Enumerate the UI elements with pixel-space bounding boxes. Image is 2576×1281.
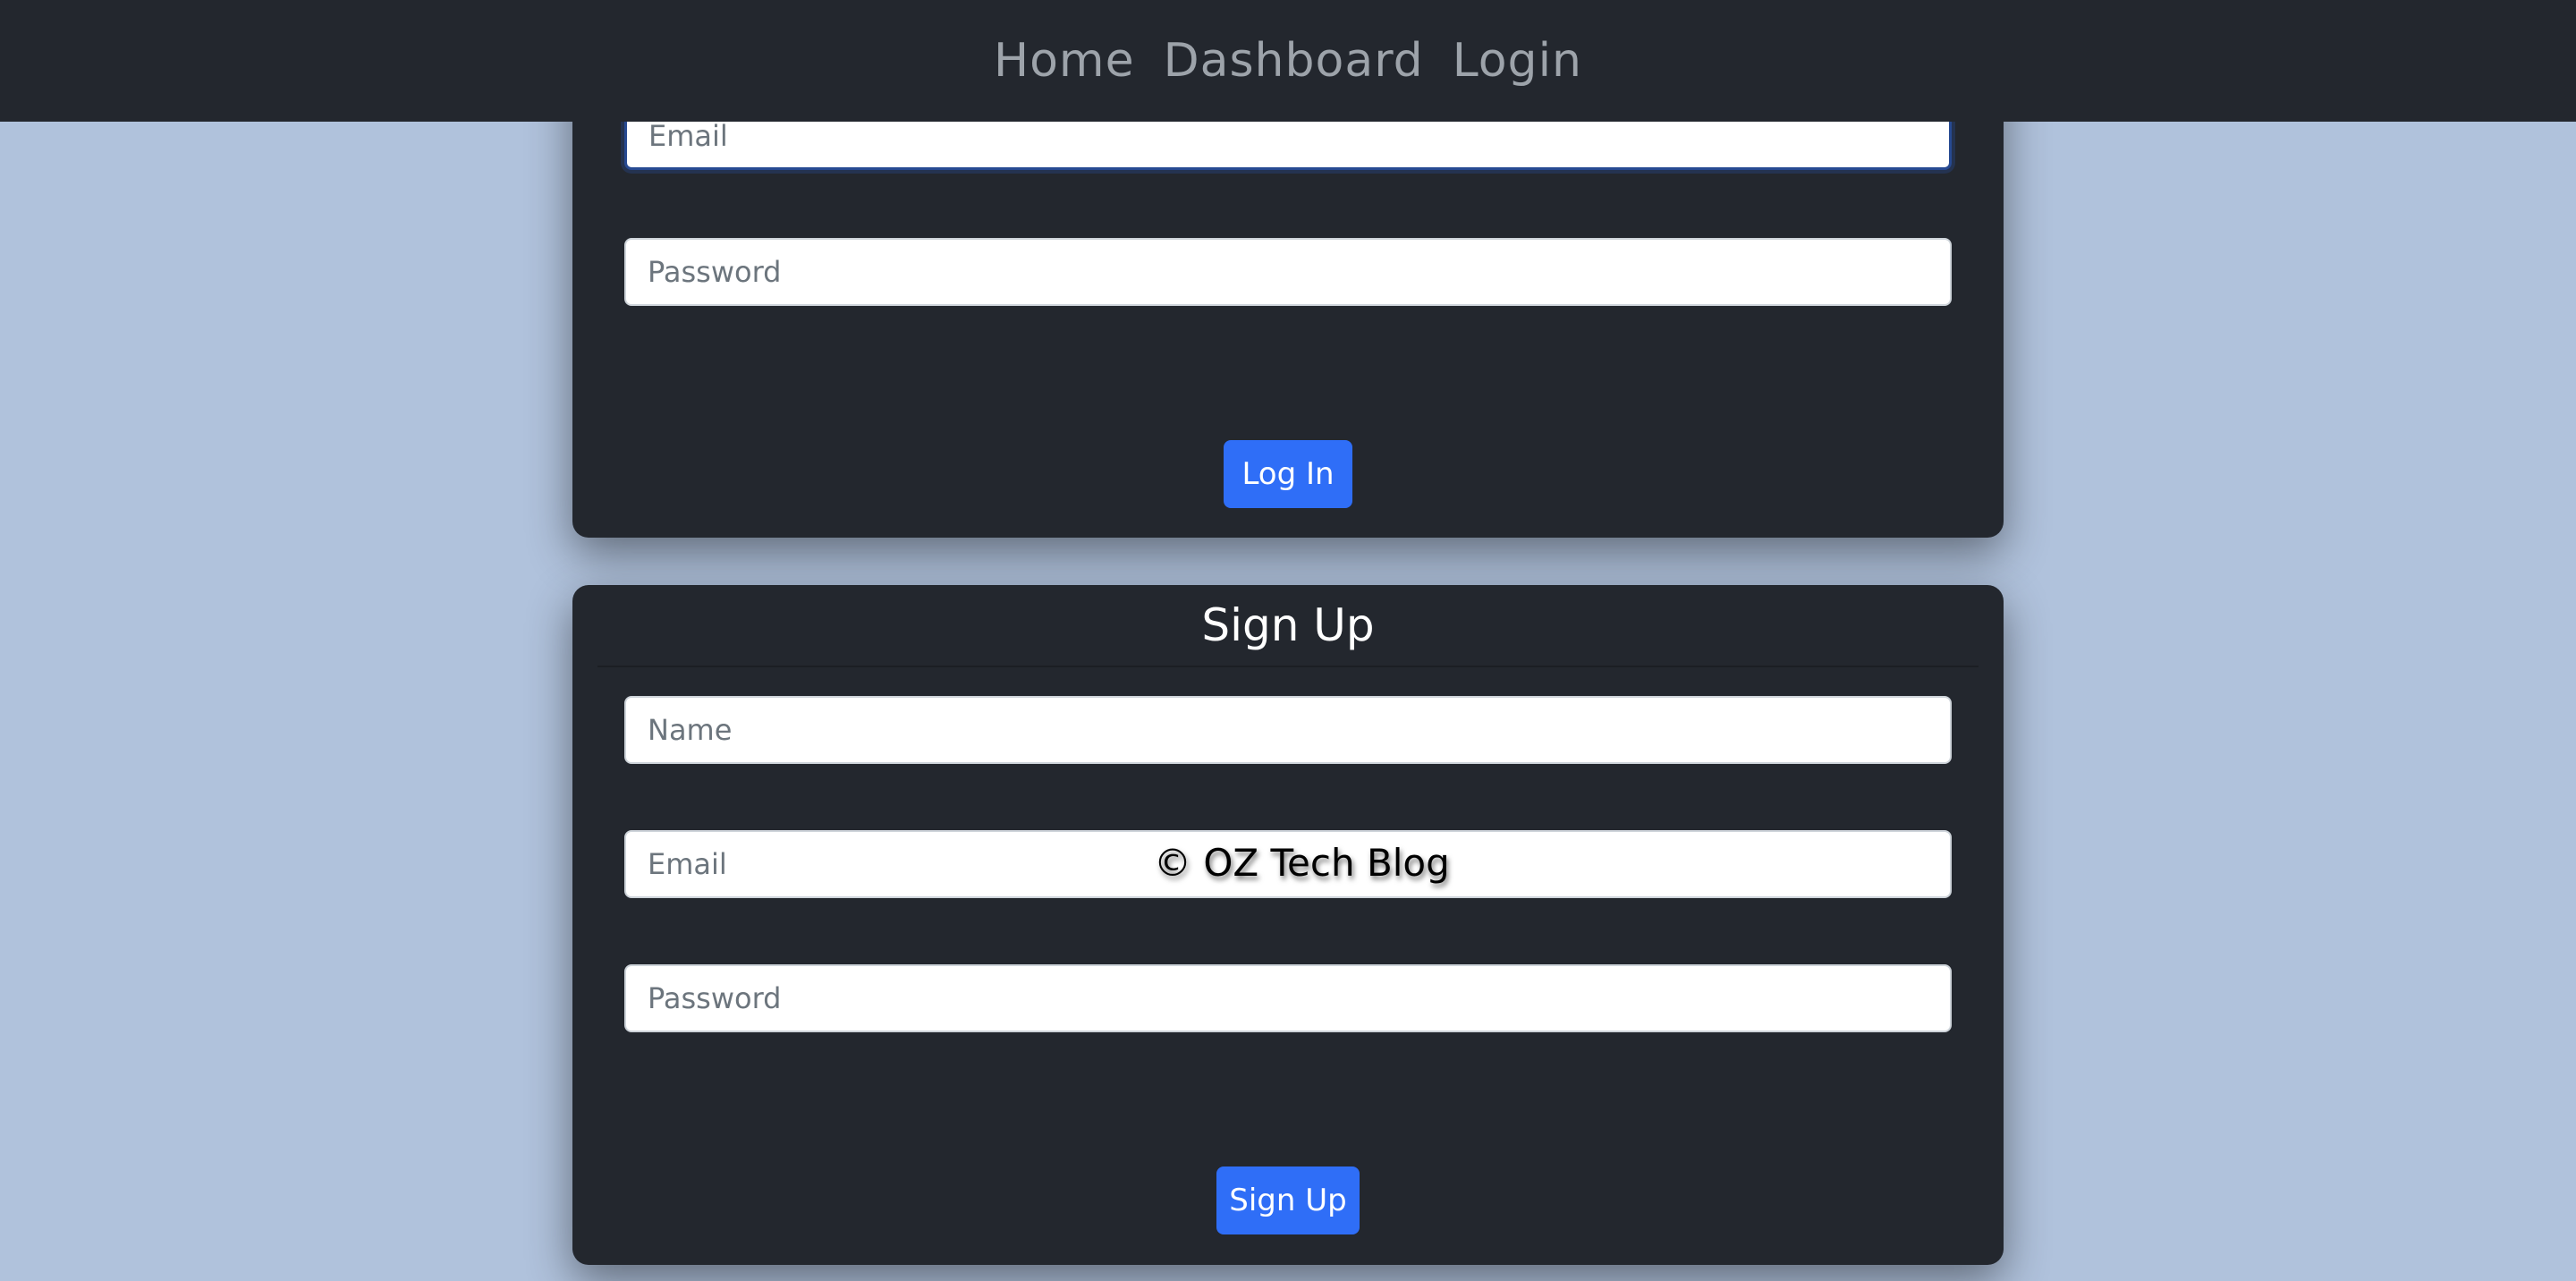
nav-login-link[interactable]: Login xyxy=(1453,34,1582,88)
signup-card-header: Sign Up xyxy=(597,585,1979,667)
signup-name-input[interactable] xyxy=(624,696,1952,764)
signup-title: Sign Up xyxy=(1201,599,1375,651)
nav-home-link[interactable]: Home xyxy=(994,34,1135,88)
login-button[interactable]: Log In xyxy=(1224,440,1352,508)
signup-password-input[interactable] xyxy=(624,964,1952,1032)
login-password-input[interactable] xyxy=(624,238,1952,306)
signup-button[interactable]: Sign Up xyxy=(1216,1166,1360,1234)
watermark-text: © OZ Tech Blog xyxy=(1154,841,1450,885)
signup-card: Sign Up Sign Up xyxy=(572,585,2004,1265)
top-navbar: Home Dashboard Login xyxy=(0,0,2576,122)
nav-dashboard-link[interactable]: Dashboard xyxy=(1164,34,1424,88)
